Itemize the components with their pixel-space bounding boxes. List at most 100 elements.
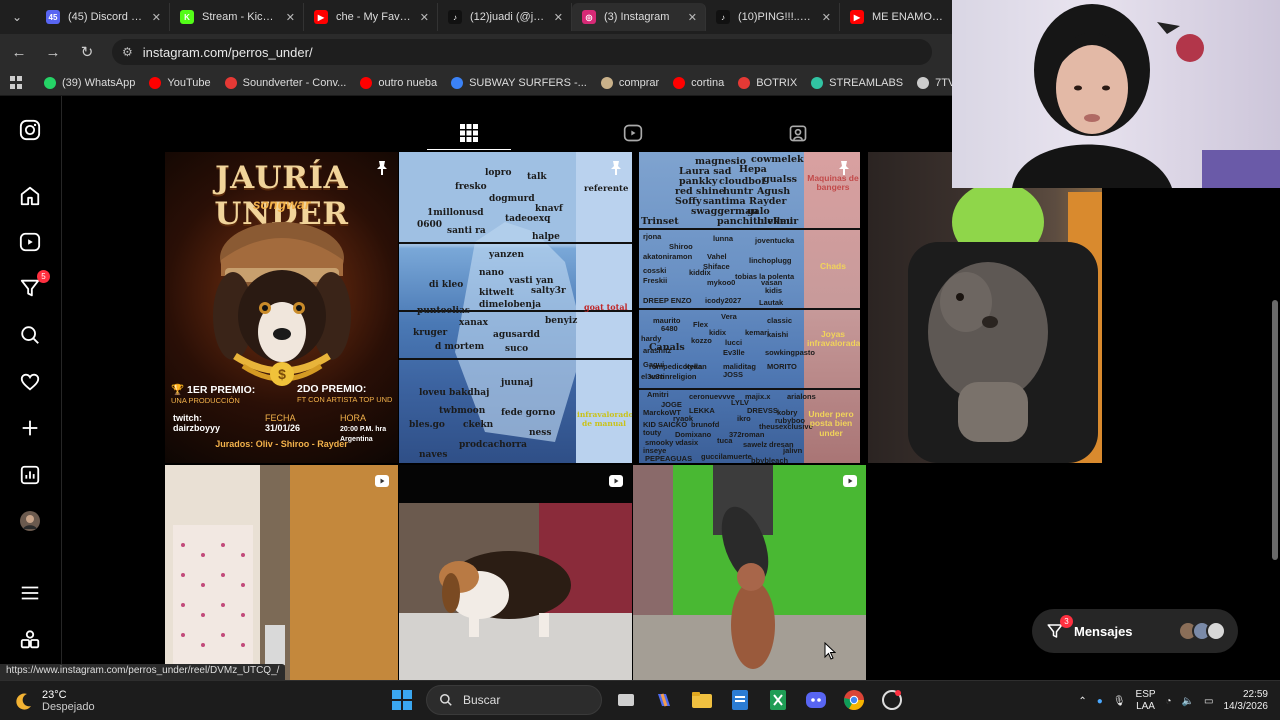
volume-icon[interactable]: 🔈 [1182, 696, 1194, 707]
browser-tab[interactable]: ▶ che - My Favorit ✕ [304, 3, 438, 31]
messages-badge: 3 [1060, 615, 1073, 628]
profile-avatar[interactable] [18, 509, 42, 533]
tab-search-chevron-icon[interactable]: ⌄ [6, 6, 28, 28]
address-bar[interactable]: ⚙ instagram.com/perros_under/ [112, 39, 932, 65]
page-scrollbar[interactable] [1272, 300, 1278, 560]
browser-tab[interactable]: ◎ (3) Instagram ✕ [572, 3, 706, 31]
tab-close-icon[interactable]: ✕ [822, 11, 831, 24]
language-indicator[interactable]: ESP LAA [1136, 689, 1156, 714]
bookmark-item[interactable]: SUBWAY SURFERS -... [451, 76, 587, 89]
tab-close-icon[interactable]: ✕ [286, 11, 295, 24]
bookmark-item[interactable]: (39) WhatsApp [44, 76, 135, 89]
wifi-icon[interactable]: ◔ [1166, 696, 1172, 707]
tagged-tab-icon[interactable] [786, 120, 810, 146]
post-iceberg-2[interactable]: magnesio cowmelek Laura sad Hepa pankky cloud… [639, 152, 860, 463]
bookmark-item[interactable]: YouTube [149, 76, 211, 89]
forward-icon[interactable]: → [44, 44, 62, 61]
apps-grid-icon[interactable] [10, 75, 24, 90]
reel-icon [375, 475, 389, 487]
obs-icon[interactable] [878, 686, 906, 714]
dashboard-icon[interactable] [18, 463, 42, 487]
iceberg-word: mykoo0 [707, 278, 736, 287]
bookmark-item[interactable]: cortina [673, 76, 725, 89]
copilot-icon[interactable] [650, 686, 678, 714]
file-explorer-icon[interactable] [688, 686, 716, 714]
iceberg-word: tuca [717, 436, 733, 445]
reload-icon[interactable]: ↻ [78, 43, 96, 61]
clock[interactable]: 22:59 14/3/2026 [1224, 689, 1269, 714]
word-doc-icon[interactable] [726, 686, 754, 714]
reels-icon[interactable] [18, 230, 42, 254]
browser-tab[interactable]: 45 (45) Discord | #p ✕ [36, 3, 170, 31]
more-menu-icon[interactable] [18, 581, 42, 605]
tray-app-icon[interactable]: ● [1097, 696, 1103, 707]
posts-grid: JAURÍA UNDER songwar $ 🏆 1ER PREMIO: UNA… [165, 152, 1103, 680]
bookmark-favicon-icon [451, 76, 464, 89]
discord-icon[interactable] [802, 686, 830, 714]
bookmark-favicon-icon [224, 76, 237, 89]
chrome-icon[interactable] [840, 686, 868, 714]
iceberg-word: 372roman [729, 430, 765, 439]
create-plus-icon[interactable] [18, 416, 42, 440]
site-info-icon[interactable]: ⚙ [122, 45, 133, 59]
windows-start-icon[interactable] [388, 686, 416, 714]
weather-widget[interactable]: 23°C Despejado [0, 689, 200, 713]
trophy-icon: 🏆 [171, 384, 185, 396]
bookmark-label: Soundverter - Conv... [242, 76, 347, 89]
tab-close-icon[interactable]: ✕ [420, 11, 429, 24]
notifications-filter-icon[interactable]: 5 [18, 270, 50, 300]
search-icon[interactable] [18, 323, 42, 347]
tray-overflow-icon[interactable]: ⌃ [1078, 696, 1086, 707]
iceberg-word: santi ra [447, 226, 486, 236]
bookmark-item[interactable]: Soundverter - Conv... [224, 76, 347, 89]
battery-icon[interactable]: ▭ [1204, 696, 1213, 707]
bookmark-label: BOTRIX [756, 76, 798, 89]
tab-close-icon[interactable]: ✕ [554, 11, 563, 24]
tab-title: (45) Discord | #p [68, 11, 144, 23]
post-person-with-dog[interactable] [868, 152, 1102, 463]
browser-tab[interactable]: ♪ (10)PING!!!... (@ ✕ [706, 3, 840, 31]
poster-prize-1: 🏆 1ER PREMIO: UNA PRODUCCIÓN [171, 384, 256, 405]
iceberg-word: bles.go [409, 420, 445, 430]
iceberg-word: fresko [455, 182, 487, 192]
tab-close-icon[interactable]: ✕ [688, 11, 697, 24]
bookmark-item[interactable]: BOTRIX [738, 76, 798, 89]
iceberg-word: sawelz [743, 440, 768, 449]
iceberg-word: DREEP ENZO [643, 296, 692, 305]
posts-grid-tab-icon[interactable] [427, 120, 511, 150]
instagram-logo-icon[interactable] [18, 118, 42, 142]
bookmark-item[interactable]: STREAMLABS [811, 76, 903, 89]
heart-icon[interactable] [18, 370, 42, 394]
iceberg-word: agusardd [493, 330, 540, 340]
reels-tab-icon[interactable] [621, 120, 645, 146]
bookmark-favicon-icon [149, 76, 162, 89]
moon-weather-icon [16, 693, 31, 710]
bookmark-item[interactable]: 7TV [917, 76, 955, 89]
clock-date: 14/3/2026 [1223, 701, 1269, 712]
iceberg-word: guccilamuerte [701, 452, 752, 461]
tab-close-icon[interactable]: ✕ [152, 11, 161, 24]
messages-button[interactable]: 3 Mensajes [1032, 609, 1238, 653]
back-icon[interactable]: ← [10, 44, 28, 61]
tab-favicon-icon: ♪ [448, 10, 462, 24]
post-basset-hound-reel[interactable] [399, 465, 632, 680]
browser-tab[interactable]: K Stream - Kick Da ✕ [170, 3, 304, 31]
bookmark-item[interactable]: outro nueba [360, 76, 437, 89]
task-view-icon[interactable] [612, 686, 640, 714]
bookmark-label: cortina [691, 76, 725, 89]
weather-temp: 23°C [42, 688, 67, 701]
post-jauria-under-poster[interactable]: JAURÍA UNDER songwar $ 🏆 1ER PREMIO: UNA… [165, 152, 398, 463]
tab-title: Stream - Kick Da [202, 11, 278, 23]
microphone-icon[interactable]: 🎙 [1113, 696, 1126, 707]
also-from-meta-icon[interactable] [18, 628, 42, 652]
post-bathroom-reel[interactable] [165, 465, 398, 680]
excel-icon[interactable] [764, 686, 792, 714]
home-icon[interactable] [18, 184, 42, 208]
browser-tab[interactable]: ♪ (12)juadi (@juad ✕ [438, 3, 572, 31]
bookmark-item[interactable]: comprar [600, 76, 659, 89]
iceberg-word: puntoelias [417, 306, 471, 316]
post-iceberg-1[interactable]: lopro talk fresko referente dogmurd knavf 1mil… [399, 152, 632, 463]
taskbar-search[interactable]: Buscar [426, 685, 602, 715]
bookmark-label: YouTube [167, 76, 211, 89]
iceberg-word: 0600 [417, 220, 443, 230]
